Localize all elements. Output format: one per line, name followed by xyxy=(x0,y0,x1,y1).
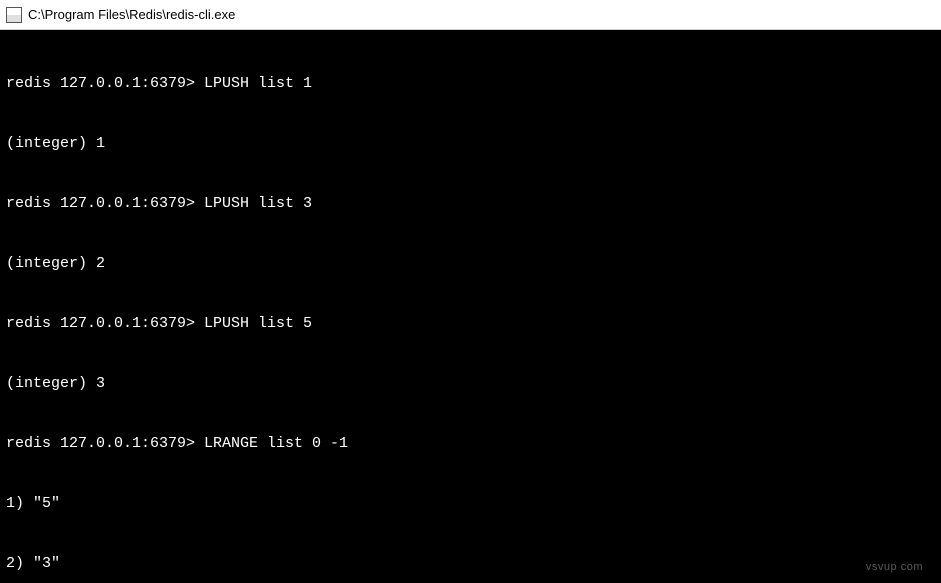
terminal-line: redis 127.0.0.1:6379> LPUSH list 1 xyxy=(6,74,935,94)
window-title: C:\Program Files\Redis\redis-cli.exe xyxy=(28,7,235,22)
terminal-line: (integer) 2 xyxy=(6,254,935,274)
terminal-line: 2) "3" xyxy=(6,554,935,574)
terminal-line: (integer) 3 xyxy=(6,374,935,394)
app-icon xyxy=(6,7,22,23)
terminal-line: redis 127.0.0.1:6379> LPUSH list 3 xyxy=(6,194,935,214)
window-titlebar[interactable]: C:\Program Files\Redis\redis-cli.exe xyxy=(0,0,941,30)
watermark: vsvup com xyxy=(866,561,923,573)
terminal-output[interactable]: redis 127.0.0.1:6379> LPUSH list 1 (inte… xyxy=(0,30,941,583)
terminal-line: 1) "5" xyxy=(6,494,935,514)
terminal-line: (integer) 1 xyxy=(6,134,935,154)
terminal-line: redis 127.0.0.1:6379> LPUSH list 5 xyxy=(6,314,935,334)
terminal-line: redis 127.0.0.1:6379> LRANGE list 0 -1 xyxy=(6,434,935,454)
